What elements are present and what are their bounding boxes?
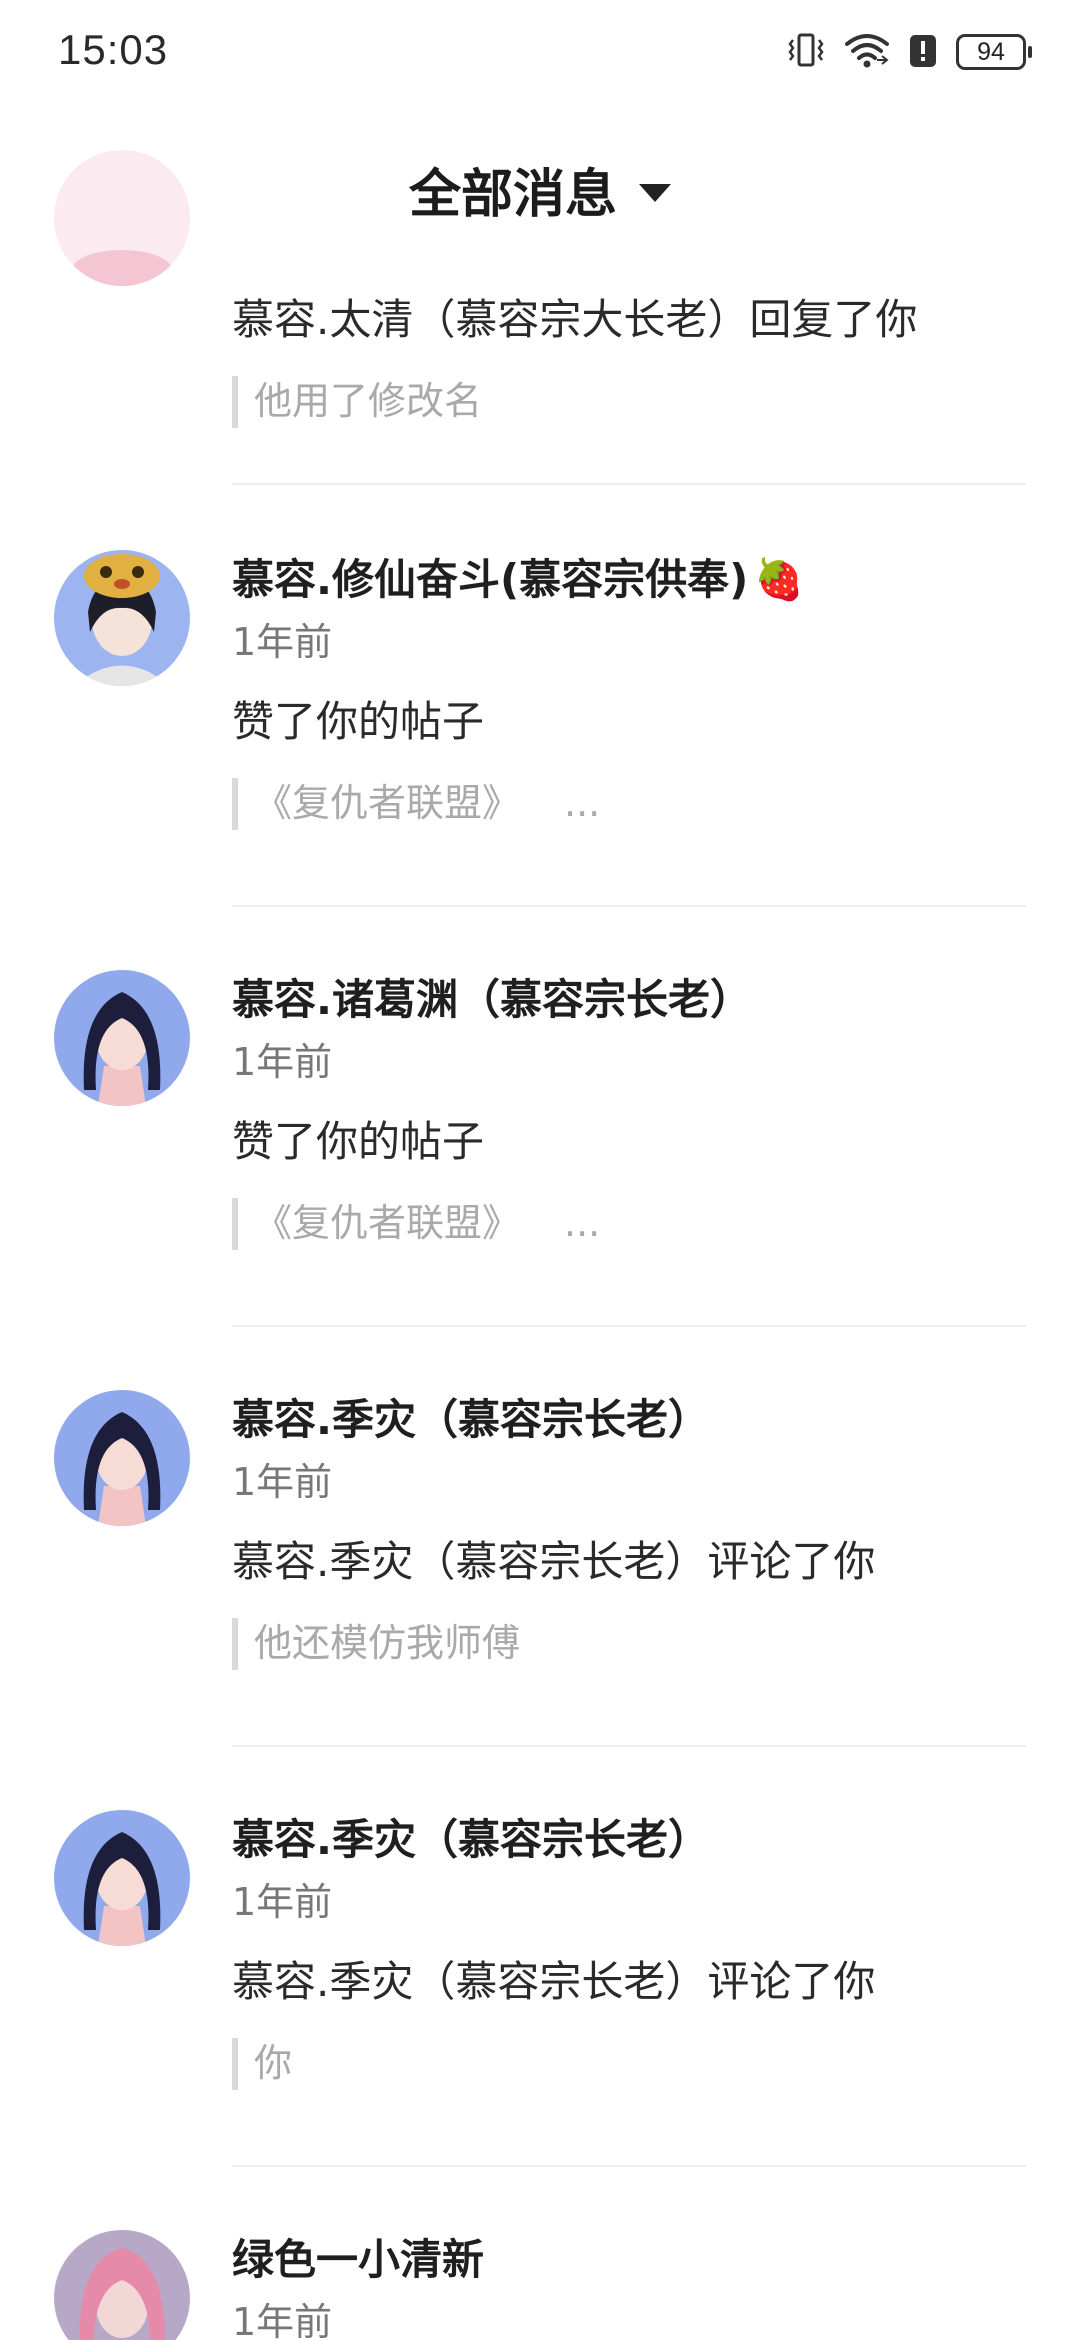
message-action: 赞了你的帖子 (232, 697, 485, 746)
quote-text: 他还模仿我师傅 (254, 1621, 521, 1665)
sender-name-text: 慕容.修仙奋斗(慕容宗供奉) (232, 555, 749, 604)
message-time: 1年前 (232, 2300, 333, 2340)
avatar[interactable] (54, 1390, 190, 1526)
divider (232, 483, 1026, 485)
message-time: 1年前 (232, 620, 333, 664)
message-body: 慕容.诸葛渊（慕容宗长老） 1年前 赞了你的帖子 《复仇者联盟》... (232, 970, 1026, 1250)
avatar[interactable] (54, 2230, 190, 2340)
quote-text: 你 (254, 2041, 293, 2085)
quote-text: 他用了修改名 (254, 379, 483, 423)
message-item[interactable]: 慕容.季灾（慕容宗长老） 1年前 慕容.季灾（慕容宗长老）评论了你 他还模仿我师… (0, 1390, 1080, 1810)
quote-text: 《复仇者联盟》 (254, 1201, 521, 1245)
sender-name-text: 慕容.季灾（慕容宗长老） (232, 1395, 710, 1444)
message-item[interactable]: 慕容.修仙奋斗(慕容宗供奉) 🍓 1年前 赞了你的帖子 《复仇者联盟》... (0, 550, 1080, 970)
message-item[interactable]: 绿色一小清新 1年前 (0, 2230, 1080, 2340)
message-time: 1年前 (232, 1460, 333, 1504)
divider (232, 905, 1026, 907)
strawberry-emoji: 🍓 (754, 557, 805, 603)
screen: 15:03 94 全部消息 慕容.太清（慕容宗大长老）回复了你 他用了修改名 慕… (0, 0, 1080, 2340)
message-item[interactable]: 慕容.诸葛渊（慕容宗长老） 1年前 赞了你的帖子 《复仇者联盟》... (0, 970, 1080, 1390)
message-quote[interactable]: 《复仇者联盟》... (232, 776, 1026, 830)
message-body: 绿色一小清新 1年前 (232, 2230, 1026, 2340)
message-quote[interactable]: 他还模仿我师傅 (232, 1616, 1026, 1670)
sender-name-text: 慕容.季灾（慕容宗长老） (232, 1815, 710, 1864)
message-time: 1年前 (232, 1880, 333, 1924)
divider (232, 1325, 1026, 1327)
avatar[interactable] (54, 550, 190, 686)
quote-text: 《复仇者联盟》 (254, 781, 521, 825)
message-action: 赞了你的帖子 (232, 1117, 485, 1166)
sender-name[interactable]: 慕容.诸葛渊（慕容宗长老） (232, 970, 1026, 1030)
sender-name[interactable]: 慕容.季灾（慕容宗长老） (232, 1390, 1026, 1450)
message-body: 慕容.太清（慕容宗大长老）回复了你 他用了修改名 (232, 290, 1026, 428)
message-action: 慕容.季灾（慕容宗长老）评论了你 (232, 1537, 876, 1586)
message-body: 慕容.季灾（慕容宗长老） 1年前 慕容.季灾（慕容宗长老）评论了你 你 (232, 1810, 1026, 2090)
message-quote[interactable]: 你 (232, 2036, 1026, 2090)
sender-name[interactable]: 慕容.季灾（慕容宗长老） (232, 1810, 1026, 1870)
message-time: 1年前 (232, 1040, 333, 1084)
message-action: 慕容.季灾（慕容宗长老）评论了你 (232, 1957, 876, 2006)
quote-ellipsis: ... (564, 781, 601, 825)
message-item[interactable]: 慕容.太清（慕容宗大长老）回复了你 他用了修改名 (0, 0, 1080, 560)
message-action: 慕容.太清（慕容宗大长老）回复了你 (232, 295, 918, 344)
sender-name-text: 绿色一小清新 (232, 2235, 485, 2284)
message-item[interactable]: 慕容.季灾（慕容宗长老） 1年前 慕容.季灾（慕容宗长老）评论了你 你 (0, 1810, 1080, 2230)
sender-name-text: 慕容.诸葛渊（慕容宗长老） (232, 975, 752, 1024)
quote-ellipsis: ... (564, 1201, 601, 1245)
divider (232, 1745, 1026, 1747)
message-quote[interactable]: 《复仇者联盟》... (232, 1196, 1026, 1250)
avatar[interactable] (54, 150, 190, 286)
divider (232, 2165, 1026, 2167)
sender-name[interactable]: 绿色一小清新 (232, 2230, 1026, 2290)
avatar[interactable] (54, 1810, 190, 1946)
message-body: 慕容.修仙奋斗(慕容宗供奉) 🍓 1年前 赞了你的帖子 《复仇者联盟》... (232, 550, 1026, 830)
message-quote[interactable]: 他用了修改名 (232, 374, 1026, 428)
sender-name[interactable]: 慕容.修仙奋斗(慕容宗供奉) 🍓 (232, 550, 1026, 610)
message-body: 慕容.季灾（慕容宗长老） 1年前 慕容.季灾（慕容宗长老）评论了你 他还模仿我师… (232, 1390, 1026, 1670)
avatar[interactable] (54, 970, 190, 1106)
